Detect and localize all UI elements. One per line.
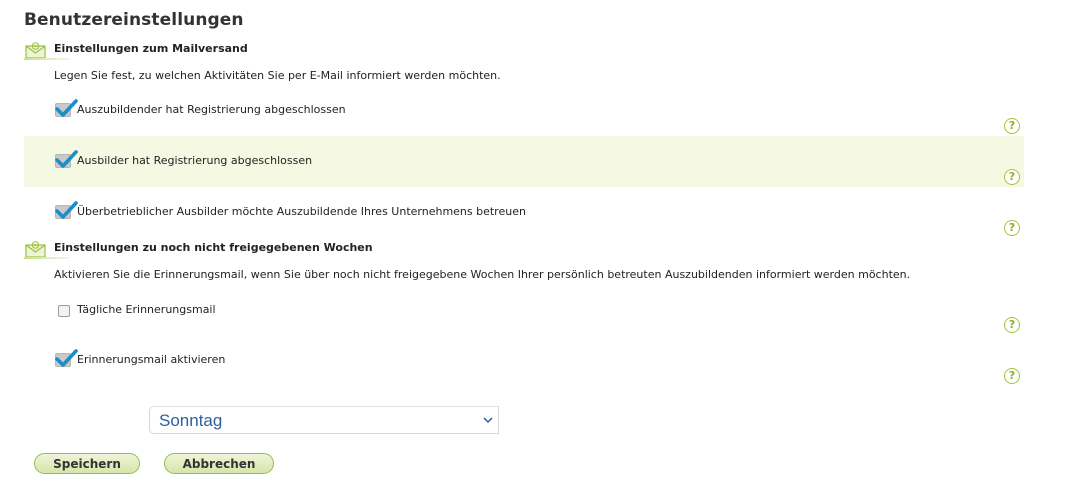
mail-icon bbox=[24, 40, 48, 60]
section-underline bbox=[24, 257, 70, 259]
save-button[interactable]: Speichern bbox=[34, 453, 140, 474]
help-icon[interactable]: ? bbox=[1004, 220, 1020, 236]
checkmark-icon bbox=[55, 150, 78, 168]
section-underline bbox=[24, 58, 70, 60]
section-description: Legen Sie fest, zu welchen Aktivitäten S… bbox=[54, 69, 501, 82]
checkmark-icon bbox=[55, 99, 78, 117]
option-label: Erinnerungsmail aktivieren bbox=[77, 353, 226, 366]
checkbox-ueberbetrieblicher-ausbilder[interactable] bbox=[54, 201, 78, 221]
help-icon[interactable]: ? bbox=[1004, 118, 1020, 134]
section-header-wochen: Einstellungen zu noch nicht freigegebene… bbox=[24, 237, 373, 259]
section-title: Einstellungen zu noch nicht freigegebene… bbox=[54, 241, 373, 254]
weekday-select-value: Sonntag bbox=[159, 411, 223, 430]
checkbox-erinnerungsmail-aktivieren[interactable] bbox=[54, 349, 78, 369]
option-label: Auszubildender hat Registrierung abgesch… bbox=[77, 103, 346, 116]
option-label: Überbetrieblicher Ausbilder möchte Auszu… bbox=[77, 205, 526, 218]
help-icon[interactable]: ? bbox=[1004, 368, 1020, 384]
section-title: Einstellungen zum Mailversand bbox=[54, 42, 248, 55]
option-row: Tägliche Erinnerungsmail ? bbox=[24, 284, 1024, 335]
page-title: Benutzereinstellungen bbox=[24, 10, 244, 30]
weekday-select[interactable]: Sonntag bbox=[149, 406, 499, 434]
section-description: Aktivieren Sie die Erinnerungsmail, wenn… bbox=[54, 268, 911, 281]
checkbox-taegliche-erinnerungsmail[interactable] bbox=[54, 300, 72, 318]
option-label: Ausbilder hat Registrierung abgeschlosse… bbox=[77, 154, 313, 167]
checkbox-ausbilder-registrierung[interactable] bbox=[54, 150, 78, 170]
checkmark-icon bbox=[55, 349, 78, 367]
help-icon[interactable]: ? bbox=[1004, 317, 1020, 333]
option-row: Erinnerungsmail aktivieren ? bbox=[24, 335, 1024, 386]
section-header-mailversand: Einstellungen zum Mailversand bbox=[24, 38, 248, 60]
option-row: Ausbilder hat Registrierung abgeschlosse… bbox=[24, 136, 1024, 187]
option-row: Auszubildender hat Registrierung abgesch… bbox=[24, 85, 1024, 136]
help-icon[interactable]: ? bbox=[1004, 169, 1020, 185]
option-label: Tägliche Erinnerungsmail bbox=[77, 303, 216, 316]
checkbox-box bbox=[58, 305, 70, 317]
checkmark-icon bbox=[55, 201, 78, 219]
cancel-button[interactable]: Abbrechen bbox=[164, 453, 274, 474]
checkbox-auszubildender-registrierung[interactable] bbox=[54, 99, 78, 119]
chevron-down-icon bbox=[483, 417, 493, 424]
mail-icon bbox=[24, 239, 48, 259]
option-row: Überbetrieblicher Ausbilder möchte Auszu… bbox=[24, 187, 1024, 238]
